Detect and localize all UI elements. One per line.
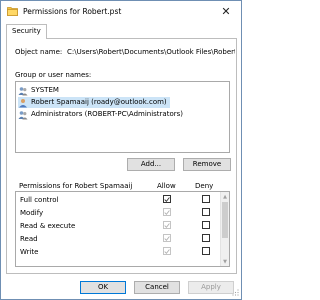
tab-security[interactable]: Security — [6, 24, 47, 39]
group-users-icon — [18, 86, 28, 95]
list-item-administrators[interactable]: Administrators (ROBERT-PC\Administrators… — [18, 109, 186, 120]
allow-modify-checkbox[interactable] — [163, 208, 171, 216]
permission-name: Read & execute — [20, 222, 76, 230]
folder-icon — [7, 7, 18, 16]
allow-column-header: Allow — [157, 182, 176, 190]
add-button[interactable]: Add... — [127, 158, 175, 171]
list-item-system[interactable]: SYSTEM — [18, 85, 62, 96]
scroll-up-arrow-icon[interactable]: ▲ — [221, 192, 229, 201]
object-name-value: C:\Users\Robert\Documents\Outlook Files\… — [67, 48, 235, 56]
permission-name: Modify — [20, 209, 44, 217]
permission-name: Full control — [20, 196, 59, 204]
apply-button[interactable]: Apply — [188, 281, 234, 294]
resize-grip-icon[interactable] — [231, 289, 239, 297]
permission-name: Write — [20, 248, 39, 256]
security-panel: Object name: C:\Users\Robert\Documents\O… — [6, 38, 237, 274]
permissions-header: Permissions for Robert Spamaaij — [19, 182, 133, 190]
list-item-label: Administrators (ROBERT-PC\Administrators… — [31, 110, 183, 118]
cancel-button[interactable]: Cancel — [134, 281, 180, 294]
check-icon — [164, 222, 170, 228]
group-users-icon — [18, 110, 28, 119]
window-title: Permissions for Robert.pst — [23, 7, 122, 16]
user-icon — [19, 98, 27, 107]
deny-modify-checkbox[interactable] — [202, 208, 210, 216]
list-item-robert[interactable]: Robert Spamaaij (roady@outlook.com) — [18, 97, 170, 108]
deny-read-execute-checkbox[interactable] — [202, 221, 210, 229]
allow-write-checkbox[interactable] — [163, 247, 171, 255]
check-icon — [164, 235, 170, 241]
permissions-list: Full control Modify Read & execute Read … — [15, 191, 230, 267]
deny-column-header: Deny — [195, 182, 214, 190]
title-bar[interactable]: Permissions for Robert.pst ✕ — [1, 1, 241, 23]
close-icon: ✕ — [221, 5, 231, 18]
allow-read-checkbox[interactable] — [163, 234, 171, 242]
allow-read-execute-checkbox[interactable] — [163, 221, 171, 229]
ok-button[interactable]: OK — [80, 281, 126, 294]
deny-read-checkbox[interactable] — [202, 234, 210, 242]
close-button[interactable]: ✕ — [211, 1, 241, 22]
permissions-scrollbar[interactable]: ▲ ▼ — [220, 192, 229, 266]
object-name-label: Object name: — [15, 48, 63, 56]
check-icon — [164, 196, 170, 202]
group-names-list[interactable]: SYSTEM Robert Spamaaij (roady@outlook.co… — [15, 81, 230, 153]
check-icon — [164, 248, 170, 254]
remove-button[interactable]: Remove — [183, 158, 231, 171]
check-icon — [164, 209, 170, 215]
tab-strip: Security — [6, 24, 237, 39]
scroll-thumb[interactable] — [222, 202, 228, 238]
deny-full-control-checkbox[interactable] — [202, 195, 210, 203]
list-item-label: SYSTEM — [31, 86, 59, 94]
deny-write-checkbox[interactable] — [202, 247, 210, 255]
group-names-label: Group or user names: — [15, 71, 92, 79]
permissions-dialog: Permissions for Robert.pst ✕ Security Ob… — [0, 0, 242, 300]
allow-full-control-checkbox[interactable] — [163, 195, 171, 203]
permission-name: Read — [20, 235, 38, 243]
scroll-down-arrow-icon[interactable]: ▼ — [221, 257, 229, 266]
list-item-label: Robert Spamaaij (roady@outlook.com) — [31, 98, 167, 106]
